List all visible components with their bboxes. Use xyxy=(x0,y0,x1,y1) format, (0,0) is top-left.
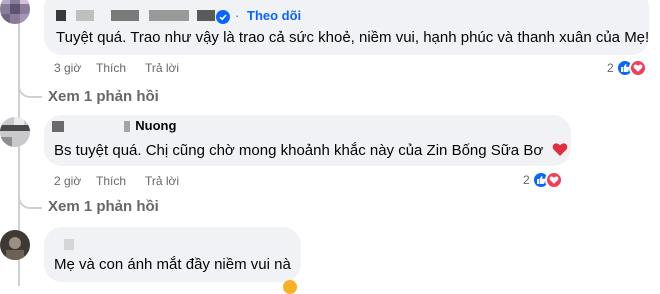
like-button[interactable]: Thích xyxy=(96,61,126,75)
comment-author[interactable] xyxy=(56,7,215,22)
avatar-image xyxy=(0,0,30,24)
thread-branch xyxy=(18,193,42,209)
verified-icon xyxy=(216,10,230,24)
avatar-image xyxy=(0,230,30,260)
reaction-count: 2 xyxy=(523,173,530,187)
view-replies-link[interactable]: Xem 1 phản hồi xyxy=(48,198,159,215)
avatar[interactable] xyxy=(0,230,30,260)
comment-text: Bs tuyệt quá. Chị cũng chờ mong khoảnh k… xyxy=(54,142,568,159)
thread-branch xyxy=(18,82,42,98)
redacted-author xyxy=(64,239,74,250)
comment-text: Mẹ và con ánh mắt đầy niềm vui nà xyxy=(54,256,291,273)
comment-text: Tuyệt quá. Trao như vậy là trao cả sức k… xyxy=(56,29,650,46)
author-visible-fragment: Nuong xyxy=(135,118,177,133)
heart-emoji-icon xyxy=(553,143,568,156)
reaction-summary[interactable]: 2 xyxy=(607,58,647,78)
heart-icon xyxy=(544,171,563,189)
comment-bubble: Nuong Bs tuyệt quá. Chị cũng chờ mong kh… xyxy=(44,115,571,166)
reaction-summary[interactable]: 2 xyxy=(523,170,563,190)
separator-dot: · xyxy=(235,8,240,23)
heart-icon xyxy=(628,59,647,77)
view-replies-link[interactable]: Xem 1 phản hồi xyxy=(48,88,159,105)
comment-time[interactable]: 3 giờ xyxy=(54,61,81,75)
comment-author[interactable]: Nuong xyxy=(52,118,176,133)
reaction-count: 2 xyxy=(607,61,614,75)
avatar[interactable] xyxy=(0,117,30,147)
reaction-peek xyxy=(283,280,297,294)
comment-bubble: · Theo dõi Tuyệt quá. Trao như vậy là tr… xyxy=(44,0,649,55)
comment-bubble: Mẹ và con ánh mắt đầy niềm vui nà xyxy=(44,227,301,282)
avatar-image xyxy=(0,117,30,147)
comment-time[interactable]: 2 giờ xyxy=(54,174,81,188)
reply-button[interactable]: Trả lời xyxy=(145,61,179,75)
like-button[interactable]: Thích xyxy=(96,174,126,188)
reply-button[interactable]: Trả lời xyxy=(145,174,179,188)
follow-button[interactable]: Theo dõi xyxy=(247,8,301,23)
comment-text-body: Bs tuyệt quá. Chị cũng chờ mong khoảnh k… xyxy=(54,142,544,159)
avatar[interactable] xyxy=(0,0,30,24)
